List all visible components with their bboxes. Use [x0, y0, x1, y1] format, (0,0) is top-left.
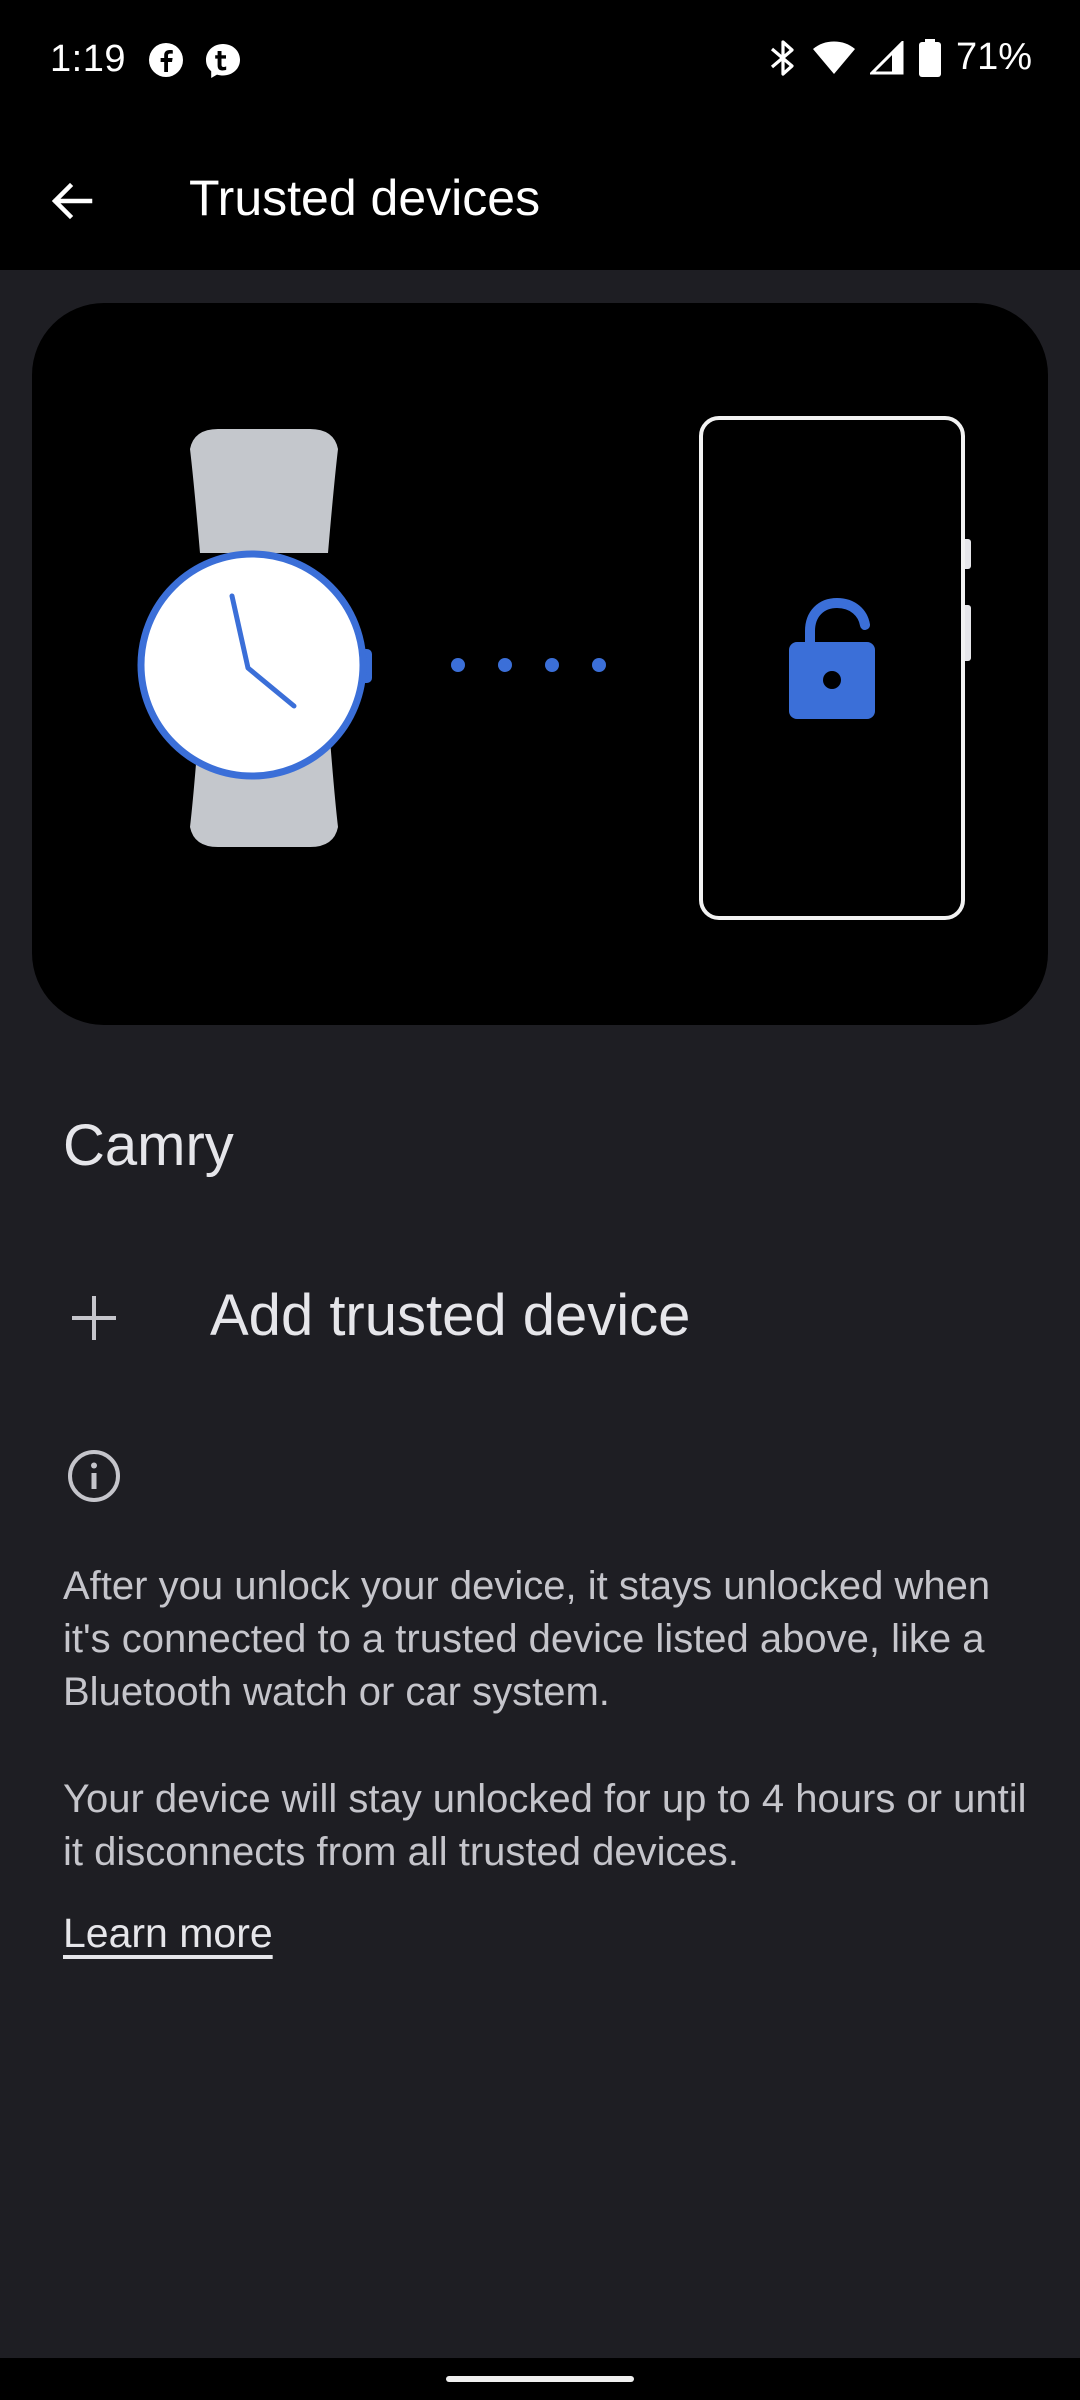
add-trusted-device-button[interactable]: Add trusted device — [0, 1260, 1080, 1370]
system-icons: 71% — [768, 36, 1032, 79]
info-paragraph-1: After you unlock your device, it stays u… — [63, 1564, 991, 1714]
info-icon — [68, 1450, 120, 1502]
trusted-devices-screen: 1:19 71% Trusted devices Camry Add trust… — [0, 0, 1080, 2400]
watch-icon — [137, 429, 372, 847]
connection-dots — [451, 658, 606, 672]
illustration-svg — [137, 416, 971, 920]
learn-more-link[interactable]: Learn more — [63, 1910, 273, 1957]
cell-signal-icon — [869, 40, 904, 74]
plus-icon — [72, 1296, 116, 1340]
gesture-handle[interactable] — [446, 2376, 634, 2382]
back-button[interactable] — [36, 165, 108, 237]
info-paragraph-2: Your device will stay unlocked for up to… — [63, 1777, 1027, 1874]
arrow-back-icon — [51, 182, 93, 220]
device-name: Camry — [63, 1113, 234, 1178]
navigation-bar — [0, 2358, 1080, 2400]
messenger-icon — [206, 44, 240, 78]
status-bar: 1:19 71% — [0, 0, 1080, 125]
battery-icon — [918, 38, 941, 77]
notification-icons — [148, 42, 242, 80]
add-trusted-device-label: Add trusted device — [210, 1283, 691, 1348]
status-time: 1:19 — [50, 38, 126, 80]
facebook-icon — [149, 43, 183, 77]
trusted-device-item[interactable]: Camry — [0, 1090, 1080, 1200]
bluetooth-icon — [770, 39, 794, 76]
unlocked-lock-icon — [789, 597, 875, 719]
app-bar: Trusted devices — [0, 125, 1080, 270]
battery-percent: 71% — [955, 36, 1032, 78]
page-title: Trusted devices — [189, 170, 541, 226]
wifi-icon — [812, 41, 855, 74]
trusted-device-illustration — [32, 303, 1048, 1025]
